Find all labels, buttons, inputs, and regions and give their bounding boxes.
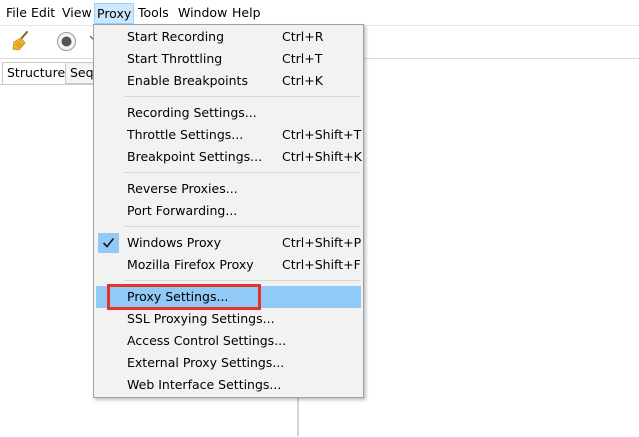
menu-item-recording-settings[interactable]: Recording Settings...	[96, 102, 361, 124]
menu-item-label: Start Recording	[127, 29, 225, 44]
broom-icon[interactable]	[10, 30, 32, 52]
menu-help[interactable]: Help	[230, 4, 263, 22]
menu-item-reverse-proxies[interactable]: Reverse Proxies...	[96, 178, 361, 200]
menu-item-label: Enable Breakpoints	[127, 73, 248, 88]
checkmark-icon	[102, 237, 115, 248]
tab-sequence[interactable]: Seq	[66, 62, 96, 84]
menu-separator	[124, 96, 360, 97]
proxy-menu-dropdown: Start Recording Ctrl+R Start Throttling …	[93, 24, 364, 398]
menu-item-shortcut: Ctrl+Shift+F	[282, 257, 361, 272]
menu-item-label: SSL Proxying Settings...	[127, 311, 275, 326]
menu-item-label: Reverse Proxies...	[127, 181, 238, 196]
menu-item-external-proxy-settings[interactable]: External Proxy Settings...	[96, 352, 361, 374]
menu-separator	[124, 226, 360, 227]
menu-separator	[124, 280, 360, 281]
menu-item-throttle-settings[interactable]: Throttle Settings... Ctrl+Shift+T	[96, 124, 361, 146]
menu-item-label: Start Throttling	[127, 51, 223, 66]
menu-item-label: Access Control Settings...	[127, 333, 287, 348]
menu-item-web-interface-settings[interactable]: Web Interface Settings...	[96, 374, 361, 396]
menu-item-ssl-proxying-settings[interactable]: SSL Proxying Settings...	[96, 308, 361, 330]
menu-item-enable-breakpoints[interactable]: Enable Breakpoints Ctrl+K	[96, 70, 361, 92]
view-tabs: Structure Seq	[0, 60, 100, 84]
menu-item-shortcut: Ctrl+Shift+K	[282, 149, 362, 164]
menu-item-shortcut: Ctrl+T	[282, 51, 323, 66]
menu-item-label: Windows Proxy	[127, 235, 222, 250]
record-icon[interactable]	[56, 31, 77, 52]
menu-separator	[124, 172, 360, 173]
checkmark-indicator	[98, 233, 119, 253]
menu-view[interactable]: View	[60, 4, 94, 22]
menu-item-start-throttling[interactable]: Start Throttling Ctrl+T	[96, 48, 361, 70]
menu-item-label: External Proxy Settings...	[127, 355, 285, 370]
menu-item-mozilla-firefox-proxy[interactable]: Mozilla Firefox Proxy Ctrl+Shift+F	[96, 254, 361, 276]
menu-item-access-control-settings[interactable]: Access Control Settings...	[96, 330, 361, 352]
menu-window[interactable]: Window	[176, 4, 229, 22]
annotation-highlight-box	[107, 284, 261, 310]
menu-item-label: Breakpoint Settings...	[127, 149, 263, 164]
menu-bar: File Edit View Proxy Tools Window Help	[0, 0, 639, 26]
menu-item-shortcut: Ctrl+K	[282, 73, 323, 88]
menu-item-breakpoint-settings[interactable]: Breakpoint Settings... Ctrl+Shift+K	[96, 146, 362, 168]
menu-item-shortcut: Ctrl+Shift+P	[282, 235, 362, 250]
menu-item-shortcut: Ctrl+R	[282, 29, 324, 44]
menu-item-start-recording[interactable]: Start Recording Ctrl+R	[96, 26, 361, 48]
menu-item-label: Recording Settings...	[127, 105, 257, 120]
menu-item-label: Throttle Settings...	[127, 127, 244, 142]
menu-item-shortcut: Ctrl+Shift+T	[282, 127, 362, 142]
tab-structure[interactable]: Structure	[2, 62, 66, 84]
menu-edit[interactable]: Edit	[29, 4, 57, 22]
menu-file[interactable]: File	[4, 4, 29, 22]
menu-proxy[interactable]: Proxy	[94, 3, 135, 24]
menu-item-label: Mozilla Firefox Proxy	[127, 257, 254, 272]
menu-item-port-forwarding[interactable]: Port Forwarding...	[96, 200, 361, 222]
menu-tools[interactable]: Tools	[136, 4, 171, 22]
menu-item-windows-proxy[interactable]: Windows Proxy Ctrl+Shift+P	[96, 232, 361, 254]
menu-item-label: Web Interface Settings...	[127, 377, 282, 392]
menu-item-label: Port Forwarding...	[127, 203, 238, 218]
